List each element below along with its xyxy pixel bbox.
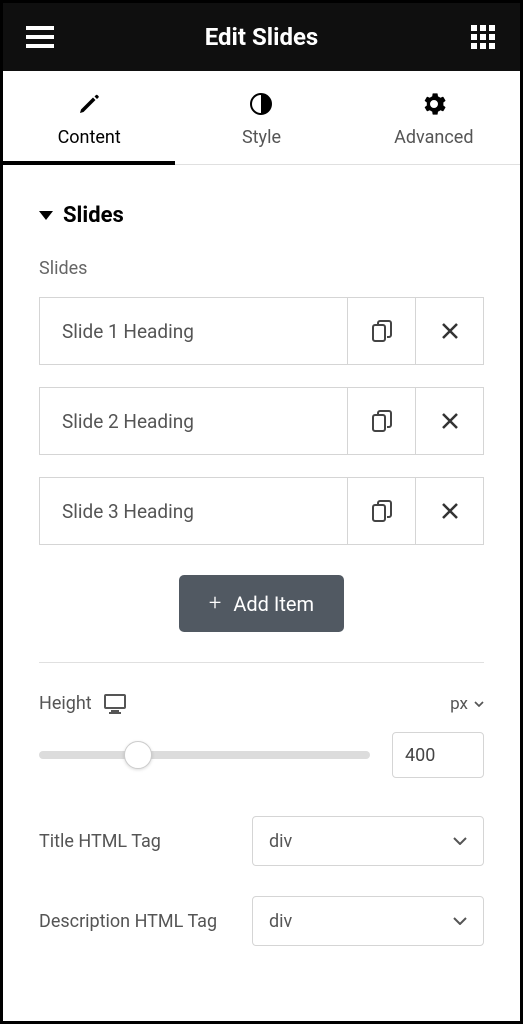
add-item-label: Add Item (233, 592, 314, 616)
copy-icon (372, 410, 392, 432)
tab-style[interactable]: Style (175, 71, 347, 164)
duplicate-button[interactable] (347, 298, 415, 364)
slide-items-list: Slide 1 Heading Slide 2 Heading Slide 3 … (39, 297, 484, 545)
header-title: Edit Slides (205, 23, 319, 51)
description-tag-row: Description HTML Tag div (39, 896, 484, 946)
title-tag-select[interactable]: div (252, 816, 484, 866)
add-item-button[interactable]: + Add Item (179, 575, 344, 632)
slide-item: Slide 1 Heading (39, 297, 484, 365)
section-slides-header[interactable]: Slides (39, 203, 484, 228)
close-icon (441, 412, 459, 430)
plus-icon: + (209, 591, 221, 616)
description-tag-label: Description HTML Tag (39, 911, 217, 932)
slide-item: Slide 2 Heading (39, 387, 484, 455)
description-tag-value: div (269, 911, 292, 932)
height-slider[interactable] (39, 751, 370, 759)
height-value-input[interactable] (392, 732, 484, 778)
copy-icon (372, 500, 392, 522)
copy-icon (372, 320, 392, 342)
duplicate-button[interactable] (347, 478, 415, 544)
tab-content[interactable]: Content (3, 71, 175, 164)
duplicate-button[interactable] (347, 388, 415, 454)
chevron-down-icon (474, 701, 484, 707)
chevron-down-icon (453, 837, 467, 845)
tab-label: Content (58, 127, 121, 148)
close-icon (441, 322, 459, 340)
desktop-icon[interactable] (104, 694, 126, 714)
menu-icon[interactable] (25, 22, 55, 52)
slide-item-title[interactable]: Slide 3 Heading (40, 478, 347, 544)
title-tag-value: div (269, 831, 292, 852)
height-label: Height (39, 693, 92, 714)
tabs: Content Style Advanced (3, 71, 520, 165)
tab-label: Style (242, 127, 281, 148)
height-slider-row (39, 732, 484, 778)
remove-button[interactable] (415, 388, 483, 454)
slide-item-title[interactable]: Slide 2 Heading (40, 388, 347, 454)
gear-icon (421, 91, 447, 117)
tab-label: Advanced (394, 127, 473, 148)
title-tag-row: Title HTML Tag div (39, 816, 484, 866)
content-panel: Slides Slides Slide 1 Heading Slide 2 He… (3, 165, 520, 1021)
pencil-icon (76, 91, 102, 117)
editor-header: Edit Slides (3, 3, 520, 71)
tab-advanced[interactable]: Advanced (348, 71, 520, 164)
apps-grid-icon[interactable] (468, 22, 498, 52)
slide-item-title[interactable]: Slide 1 Heading (40, 298, 347, 364)
divider (39, 662, 484, 663)
remove-button[interactable] (415, 478, 483, 544)
contrast-icon (248, 91, 274, 117)
slides-field-label: Slides (39, 258, 484, 279)
remove-button[interactable] (415, 298, 483, 364)
description-tag-select[interactable]: div (252, 896, 484, 946)
chevron-down-icon (453, 917, 467, 925)
slider-thumb[interactable] (124, 741, 152, 769)
unit-label: px (450, 694, 468, 714)
section-title: Slides (63, 203, 124, 228)
caret-down-icon (39, 211, 53, 220)
unit-select[interactable]: px (450, 694, 484, 714)
height-control-row: Height px (39, 693, 484, 714)
title-tag-label: Title HTML Tag (39, 831, 161, 852)
slide-item: Slide 3 Heading (39, 477, 484, 545)
close-icon (441, 502, 459, 520)
